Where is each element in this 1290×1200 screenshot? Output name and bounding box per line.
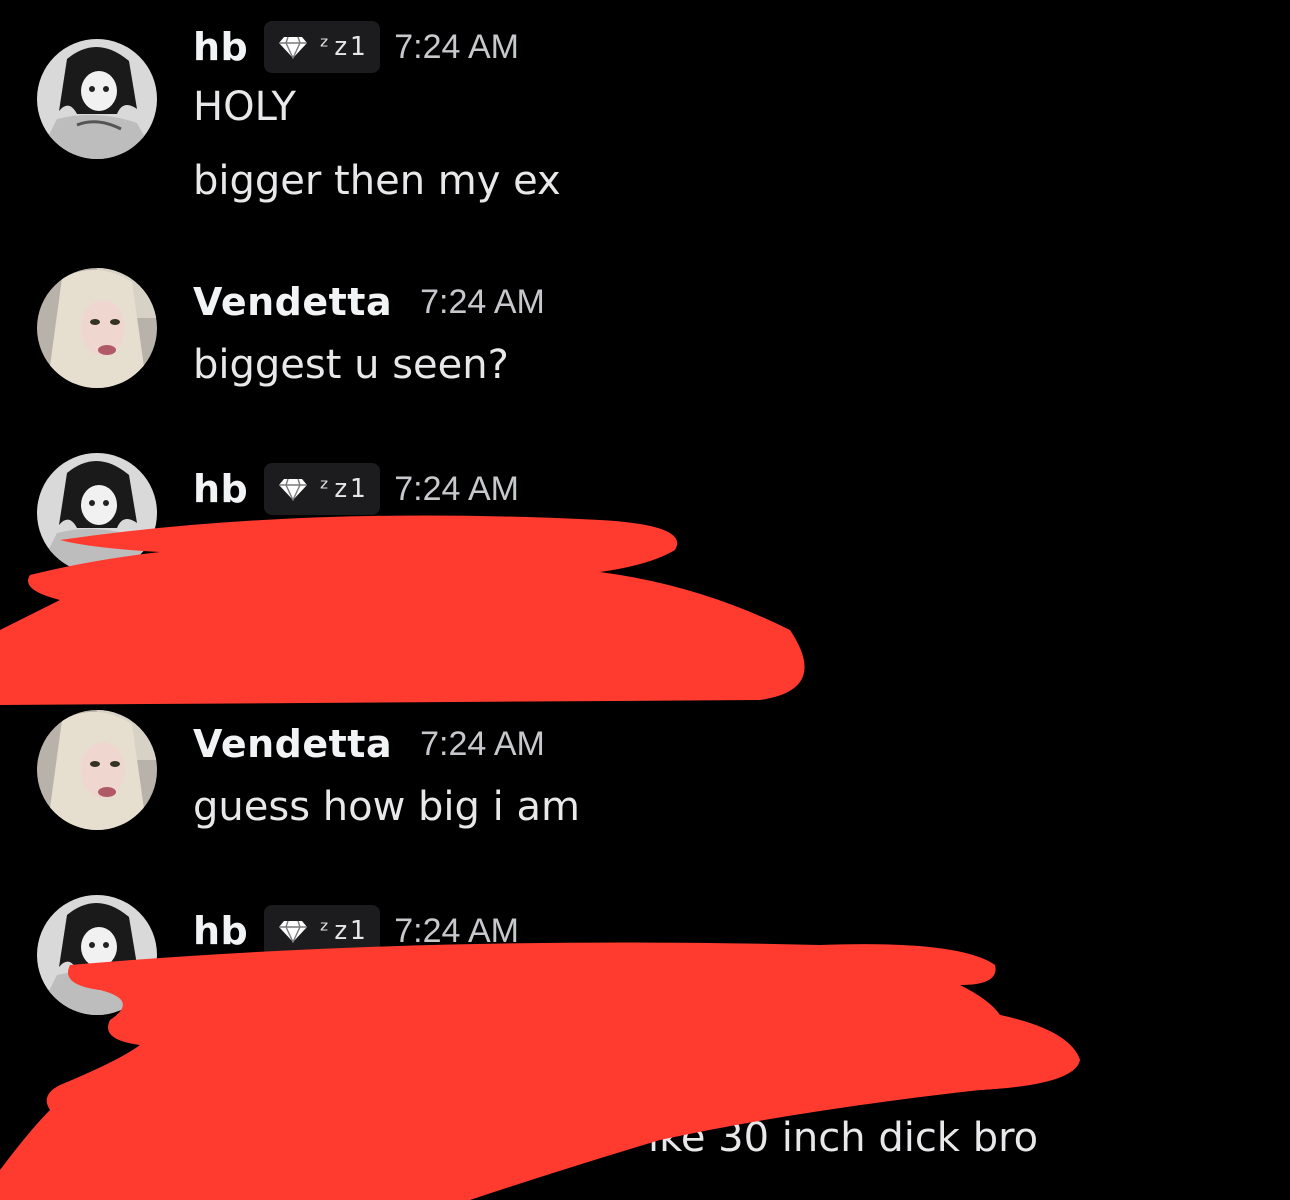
timestamp: 7:24 AM (420, 724, 545, 763)
message-text: biggest u seen? (193, 342, 509, 388)
timestamp: 7:24 AM (420, 282, 545, 321)
timestamp: 7:24 AM (394, 469, 519, 508)
timestamp: 7:24 AM (394, 911, 519, 950)
server-tag[interactable]: ᶻz1 (264, 905, 381, 957)
message-text: ike 30 inch dick bro (648, 1115, 1039, 1161)
username[interactable]: Vendetta (193, 280, 392, 324)
avatar-hb[interactable] (37, 453, 157, 573)
diamond-icon (279, 478, 308, 501)
message-text: HOLY (193, 84, 296, 130)
message-text: guess how big i am (193, 784, 580, 830)
server-tag-text: ᶻz1 (316, 32, 367, 62)
diamond-icon (279, 920, 308, 943)
timestamp: 7:24 AM (394, 27, 519, 66)
avatar-hb[interactable] (37, 39, 157, 159)
chat-message-list: hb ᶻz1 7:24 AM HOLY bigger then my ex Ve… (0, 0, 1290, 1200)
avatar-vendetta[interactable] (37, 268, 157, 388)
avatar-hb[interactable] (37, 895, 157, 1015)
diamond-icon (279, 36, 308, 59)
avatar-vendetta[interactable] (37, 710, 157, 830)
server-tag-text: ᶻz1 (316, 474, 367, 504)
username[interactable]: hb (193, 909, 248, 953)
username[interactable]: hb (193, 25, 248, 69)
server-tag[interactable]: ᶻz1 (264, 463, 381, 515)
server-tag-text: ᶻz1 (316, 916, 367, 946)
username[interactable]: Vendetta (193, 722, 392, 766)
server-tag[interactable]: ᶻz1 (264, 21, 381, 73)
message-text: bigger then my ex (193, 158, 561, 204)
username[interactable]: hb (193, 467, 248, 511)
